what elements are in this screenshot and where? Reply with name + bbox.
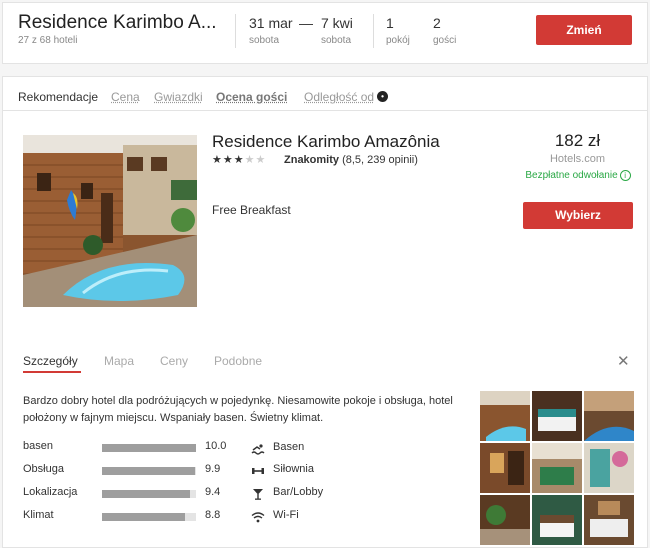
score-bar [102, 490, 196, 498]
distance-info-icon[interactable]: • [377, 91, 388, 102]
score-bar-fill [102, 467, 196, 475]
score-bar-fill [102, 513, 185, 521]
score-value: 8.8 [205, 509, 221, 521]
cocktail-icon [253, 489, 263, 500]
star-icon: ★ [212, 154, 223, 166]
score-bar [102, 467, 196, 475]
sort-distance[interactable]: Odległość od [304, 90, 374, 104]
sort-guest-rating[interactable]: Ocena gości [216, 90, 287, 104]
gallery-thumbnail[interactable] [584, 391, 634, 441]
wifi-icon [251, 512, 265, 523]
amenity-label: Siłownia [273, 463, 314, 475]
rating-detail: (8,5, 239 opinii) [342, 154, 418, 166]
tab-map[interactable]: Mapa [104, 354, 134, 368]
pool-icon [251, 444, 265, 455]
score-value: 10.0 [205, 440, 227, 452]
amenity-label: Basen [273, 441, 305, 453]
guests-label: gości [433, 35, 457, 46]
price: 182 zł [554, 131, 601, 150]
free-cancellation-label: Bezpłatne odwołanie [525, 170, 618, 181]
free-cancellation: Bezpłatne odwołanie i [523, 170, 633, 181]
divider [235, 14, 236, 48]
review-summary: Bardzo dobry hotel dla podróżujących w p… [23, 395, 453, 424]
checkin-day: sobota [249, 35, 280, 46]
checkout-day: sobota [321, 35, 352, 46]
tab-prices[interactable]: Ceny [160, 354, 188, 368]
hotel-name[interactable]: Residence Karimbo Amazônia [212, 132, 440, 152]
active-tab-indicator [23, 371, 81, 373]
hotel-result-card: Residence Karimbo Amazônia ★★★★★ Znakomi… [2, 110, 648, 548]
rating-word: Znakomity [284, 154, 340, 166]
score-bar [102, 444, 196, 452]
change-search-button[interactable]: Zmień [536, 15, 632, 45]
score-label: basen [23, 440, 53, 452]
sort-price[interactable]: Cena [111, 90, 140, 104]
info-icon[interactable]: i [619, 170, 631, 181]
gallery-thumbnail[interactable] [584, 443, 634, 493]
provider: Hotels.com [549, 153, 606, 165]
hotel-photo[interactable] [23, 135, 197, 307]
date-range-dash: — [299, 15, 313, 31]
gallery-thumbnail[interactable] [532, 391, 582, 441]
checkout-date[interactable]: 7 kwi [321, 15, 353, 31]
score-bar-fill [102, 490, 191, 498]
tab-similar[interactable]: Podobne [214, 354, 262, 368]
score-label: Klimat [23, 509, 54, 521]
gallery-thumbnail[interactable] [480, 391, 530, 441]
score-bar [102, 513, 196, 521]
star-empty-icon: ★ [255, 154, 267, 166]
close-icon[interactable]: ✕ [617, 352, 630, 370]
sort-bar: Rekomendacje Cena Gwiazdki Ocena gości O… [2, 76, 648, 110]
gallery-thumbnail[interactable] [532, 443, 582, 493]
guest-rating[interactable]: Znakomity (8,5, 239 opinii) [284, 154, 418, 166]
dumbbell-icon [252, 468, 264, 474]
score-bar-fill [102, 444, 196, 452]
amenity-label: Bar/Lobby [273, 486, 324, 498]
hotel-count: 27 z 68 hoteli [18, 35, 78, 46]
score-value: 9.9 [205, 463, 221, 475]
gallery-thumbnail[interactable] [532, 495, 582, 545]
hotel-title: Residence Karimbo A... [18, 12, 217, 33]
sort-stars[interactable]: Gwiazdki [154, 90, 203, 104]
score-label: Obsługa [23, 463, 64, 475]
star-rating: ★★★★★ [212, 153, 266, 166]
gallery-thumbnail[interactable] [584, 495, 634, 545]
star-empty-icon: ★ [244, 154, 256, 166]
checkin-date[interactable]: 31 mar [249, 15, 293, 31]
star-icon: ★ [222, 154, 234, 166]
amenity-label: Wi-Fi [273, 509, 299, 521]
star-icon: ★ [233, 154, 245, 166]
deal-amenity: Free Breakfast [212, 203, 291, 217]
gallery-thumbnail[interactable] [480, 443, 530, 493]
rooms-value[interactable]: 1 [386, 15, 394, 31]
score-value: 9.4 [205, 486, 221, 498]
search-summary-bar: Residence Karimbo A... 27 z 68 hoteli 31… [2, 2, 648, 64]
select-deal-button[interactable]: Wybierz [523, 202, 633, 229]
guests-value[interactable]: 2 [433, 15, 441, 31]
rooms-label: pokój [386, 35, 410, 46]
divider [373, 14, 374, 48]
tab-details[interactable]: Szczegóły [23, 354, 78, 368]
sort-recommended[interactable]: Rekomendacje [18, 90, 98, 104]
score-label: Lokalizacja [23, 486, 78, 498]
gallery-thumbnail[interactable] [480, 495, 530, 545]
